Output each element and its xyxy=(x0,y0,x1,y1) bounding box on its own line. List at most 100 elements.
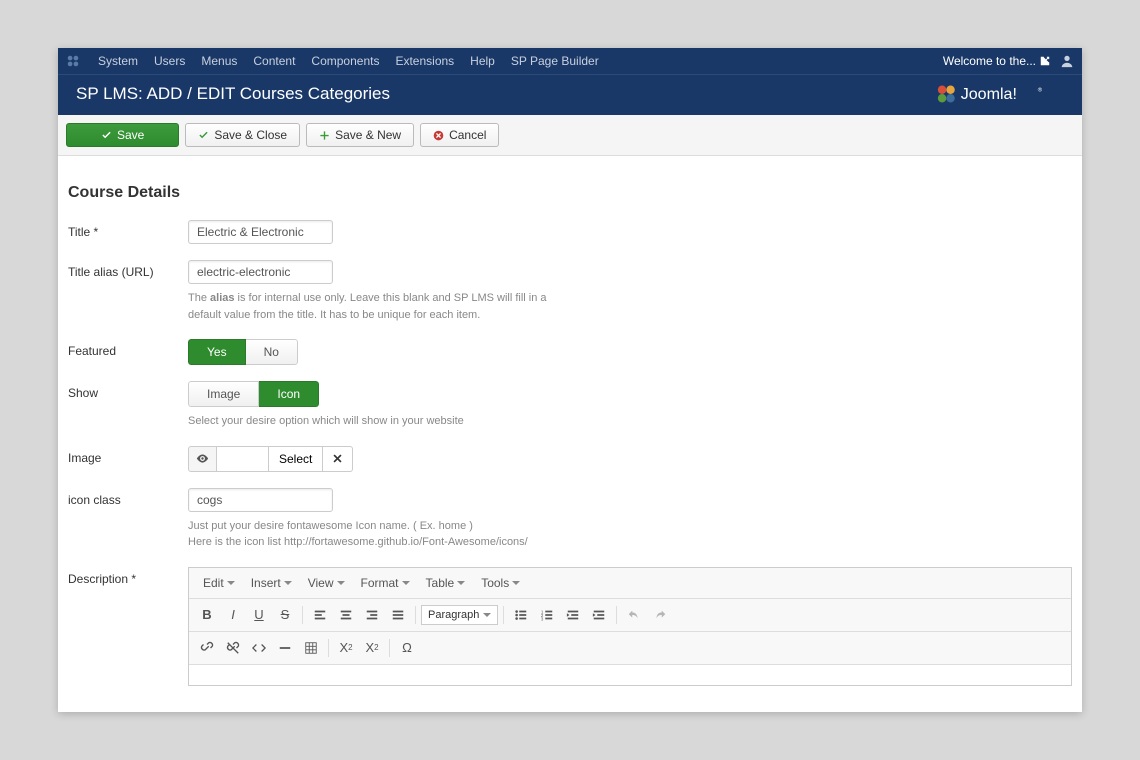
separator xyxy=(328,639,329,657)
number-list-button[interactable]: 123 xyxy=(535,603,559,627)
hr-icon xyxy=(278,641,292,655)
align-justify-button[interactable] xyxy=(386,603,410,627)
show-toggle: Image Icon xyxy=(188,381,319,407)
icon-class-input[interactable] xyxy=(188,488,333,512)
alias-label: Title alias (URL) xyxy=(68,260,188,323)
alias-input[interactable] xyxy=(188,260,333,284)
editor-toolbar-row1: B I U S Paragraph 123 xyxy=(189,599,1071,632)
app-window: System Users Menus Content Components Ex… xyxy=(58,48,1082,712)
editor-menu-table[interactable]: Table xyxy=(418,572,474,594)
plus-icon xyxy=(319,130,330,141)
indent-button[interactable] xyxy=(587,603,611,627)
welcome-link[interactable]: Welcome to the... xyxy=(943,54,1050,68)
editor-menu-insert[interactable]: Insert xyxy=(243,572,300,594)
menu-help[interactable]: Help xyxy=(462,54,503,68)
link-button[interactable] xyxy=(195,636,219,660)
topbar-right: Welcome to the... xyxy=(943,54,1074,68)
table-button[interactable] xyxy=(299,636,323,660)
superscript-button[interactable]: X2 xyxy=(360,636,384,660)
action-toolbar: Save Save & Close Save & New Cancel xyxy=(58,115,1082,156)
save-close-button[interactable]: Save & Close xyxy=(185,123,300,147)
joomla-icon xyxy=(66,54,80,68)
underline-button[interactable]: U xyxy=(247,603,271,627)
caret-down-icon xyxy=(227,579,235,587)
preview-icon-button[interactable] xyxy=(188,446,217,472)
unlink-button[interactable] xyxy=(221,636,245,660)
title-label: Title * xyxy=(68,220,188,244)
image-select-button[interactable]: Select xyxy=(269,446,323,472)
section-title: Course Details xyxy=(68,184,1072,202)
menu-content[interactable]: Content xyxy=(245,54,303,68)
menu-components[interactable]: Components xyxy=(303,54,387,68)
italic-button[interactable]: I xyxy=(221,603,245,627)
align-left-icon xyxy=(313,608,327,622)
editor-menu-format[interactable]: Format xyxy=(353,572,418,594)
align-justify-icon xyxy=(391,608,405,622)
icon-class-help: Just put your desire fontawesome Icon na… xyxy=(188,518,568,551)
align-right-button[interactable] xyxy=(360,603,384,627)
image-path-input[interactable] xyxy=(217,446,269,472)
paragraph-select[interactable]: Paragraph xyxy=(421,605,498,625)
align-right-icon xyxy=(365,608,379,622)
user-icon[interactable] xyxy=(1060,54,1074,68)
menu-users[interactable]: Users xyxy=(146,54,193,68)
special-char-button[interactable]: Ω xyxy=(395,636,419,660)
bullet-list-icon xyxy=(514,608,528,622)
cancel-icon xyxy=(433,130,444,141)
topbar-left: System Users Menus Content Components Ex… xyxy=(66,54,607,68)
align-center-button[interactable] xyxy=(334,603,358,627)
field-show: Show Image Icon Select your desire optio… xyxy=(68,381,1072,430)
undo-button[interactable] xyxy=(622,603,646,627)
undo-icon xyxy=(627,608,641,622)
alias-help: The alias is for internal use only. Leav… xyxy=(188,290,568,323)
subscript-button[interactable]: X2 xyxy=(334,636,358,660)
show-image[interactable]: Image xyxy=(188,381,259,407)
svg-text:3: 3 xyxy=(541,616,544,621)
separator xyxy=(389,639,390,657)
save-button[interactable]: Save xyxy=(66,123,179,147)
link-icon xyxy=(200,641,214,655)
save-close-label: Save & Close xyxy=(214,128,287,142)
caret-down-icon xyxy=(337,579,345,587)
svg-text:®: ® xyxy=(1038,86,1043,93)
show-icon[interactable]: Icon xyxy=(259,381,319,407)
outdent-button[interactable] xyxy=(561,603,585,627)
page-title: SP LMS: ADD / EDIT Courses Categories xyxy=(76,84,390,104)
check-icon xyxy=(198,130,209,141)
align-left-button[interactable] xyxy=(308,603,332,627)
save-new-button[interactable]: Save & New xyxy=(306,123,414,147)
table-icon xyxy=(304,641,318,655)
code-button[interactable] xyxy=(247,636,271,660)
welcome-text: Welcome to the... xyxy=(943,54,1036,68)
featured-no[interactable]: No xyxy=(246,339,298,365)
bold-button[interactable]: B xyxy=(195,603,219,627)
bullet-list-button[interactable] xyxy=(509,603,533,627)
editor-menu-view[interactable]: View xyxy=(300,572,353,594)
menu-extensions[interactable]: Extensions xyxy=(387,54,462,68)
close-icon xyxy=(332,453,343,464)
caret-down-icon xyxy=(402,579,410,587)
save-new-label: Save & New xyxy=(335,128,401,142)
cancel-button[interactable]: Cancel xyxy=(420,123,499,147)
unlink-icon xyxy=(226,641,240,655)
editor-menu-edit[interactable]: Edit xyxy=(195,572,243,594)
joomla-logo: Joomla! ® xyxy=(937,83,1064,105)
menu-sp-page-builder[interactable]: SP Page Builder xyxy=(503,54,607,68)
form-content: Course Details Title * Title alias (URL)… xyxy=(58,156,1082,712)
redo-button[interactable] xyxy=(648,603,672,627)
menu-menus[interactable]: Menus xyxy=(193,54,245,68)
number-list-icon: 123 xyxy=(540,608,554,622)
caret-down-icon xyxy=(483,611,491,619)
featured-yes[interactable]: Yes xyxy=(188,339,246,365)
svg-text:Joomla!: Joomla! xyxy=(961,85,1017,103)
menu-system[interactable]: System xyxy=(90,54,146,68)
show-label: Show xyxy=(68,381,188,430)
strike-button[interactable]: S xyxy=(273,603,297,627)
description-label: Description * xyxy=(68,567,188,686)
image-clear-button[interactable] xyxy=(323,446,353,472)
title-input[interactable] xyxy=(188,220,333,244)
hr-button[interactable] xyxy=(273,636,297,660)
editor-menu-tools[interactable]: Tools xyxy=(473,572,528,594)
editor-content[interactable] xyxy=(189,665,1071,685)
show-help: Select your desire option which will sho… xyxy=(188,413,568,430)
